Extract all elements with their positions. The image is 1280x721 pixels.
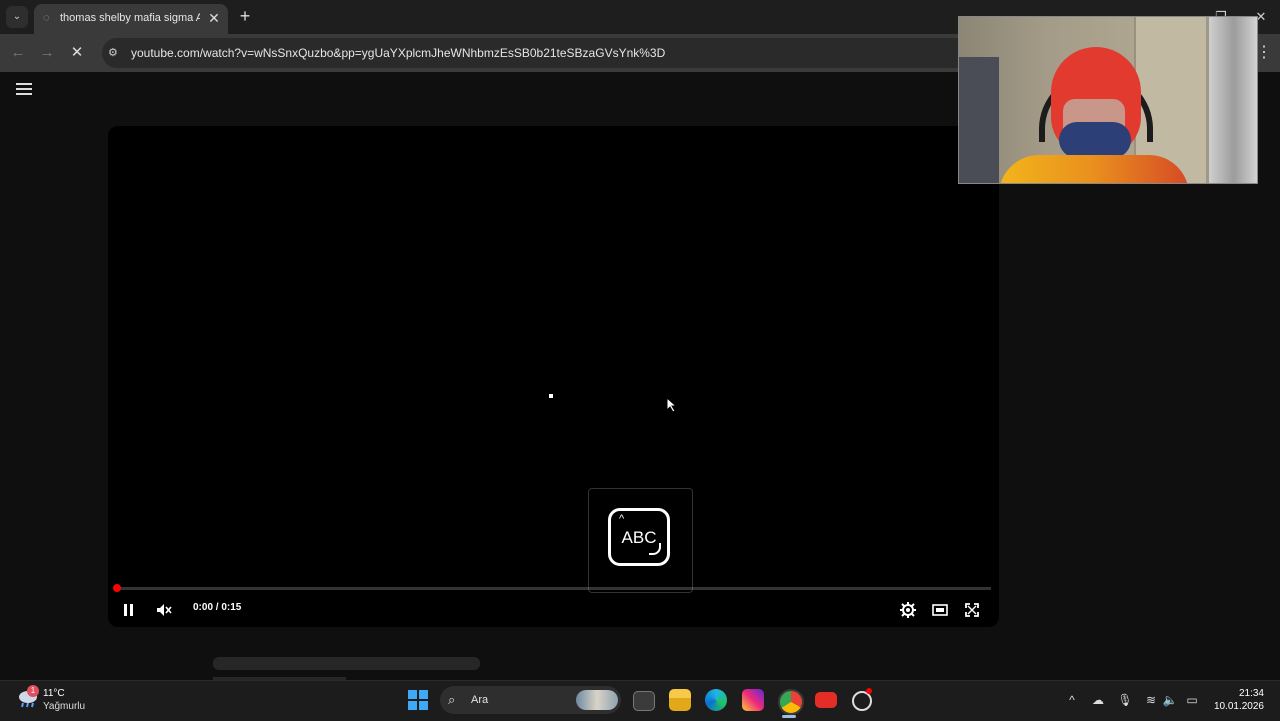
mouse-cursor-icon — [666, 397, 678, 413]
forward-button[interactable]: → — [38, 44, 56, 62]
theater-mode-button[interactable] — [930, 600, 950, 620]
url-text[interactable]: youtube.com/watch?v=wNsSnxQuzbo&pp=ygUaY… — [131, 46, 665, 60]
mute-button[interactable] — [154, 600, 174, 620]
settings-icon — [900, 602, 916, 618]
battery-icon[interactable]: ▭ — [1184, 692, 1200, 708]
tab-active[interactable]: ◌ thomas shelby mafia sigma Aze ✕ — [34, 4, 228, 34]
stop-loading-button[interactable]: ✕ — [68, 44, 86, 62]
search-icon: ⌕ — [448, 692, 456, 707]
caption-indicator: ^ ABC — [588, 488, 693, 593]
taskbar-search[interactable]: ⌕ Ara — [440, 686, 621, 714]
site-info-icon[interactable]: ⚙ — [108, 47, 120, 59]
instagram-icon[interactable] — [742, 689, 764, 711]
search-label: Ara — [471, 694, 489, 706]
new-tab-button[interactable]: + — [236, 7, 254, 25]
microphone-icon[interactable]: 🎙 — [1117, 692, 1133, 708]
tab-search-button[interactable]: ⌄ — [6, 6, 28, 28]
file-explorer-icon[interactable] — [669, 689, 691, 711]
fullscreen-button[interactable] — [962, 600, 982, 620]
tab-title: thomas shelby mafia sigma Aze — [60, 12, 200, 24]
back-button[interactable]: ← — [9, 44, 27, 62]
progress-bar[interactable] — [116, 587, 991, 590]
notification-dot — [866, 688, 872, 694]
fullscreen-icon — [965, 603, 979, 617]
theater-icon — [932, 604, 948, 616]
task-view-icon[interactable] — [633, 691, 655, 711]
time-display: 0:00 / 0:15 — [193, 602, 242, 613]
chrome-active-indicator — [782, 715, 796, 718]
settings-app-icon[interactable] — [852, 691, 872, 711]
clock-date[interactable]: 10.01.2026 — [1208, 701, 1264, 712]
video-player[interactable]: ^ ABC 0:00 / 0:15 — [108, 126, 999, 627]
show-hidden-icons[interactable]: ^ — [1064, 692, 1080, 708]
muted-icon — [157, 604, 172, 616]
pause-button[interactable] — [119, 600, 139, 620]
chrome-icon[interactable] — [778, 689, 804, 715]
youtube-icon[interactable] — [815, 692, 837, 708]
edge-icon[interactable] — [705, 689, 727, 711]
search-highlight-image — [576, 690, 618, 710]
weather-badge: 1 — [27, 685, 39, 697]
guide-menu-icon[interactable] — [16, 83, 32, 97]
weather-condition[interactable]: Yağmurlu — [43, 701, 85, 712]
weather-temp[interactable]: 11°C — [43, 688, 65, 699]
captions-icon: ^ ABC — [608, 508, 670, 566]
progress-scrubber[interactable] — [113, 584, 121, 592]
onedrive-icon[interactable]: ☁ — [1090, 692, 1106, 708]
clock-time[interactable]: 21:34 — [1228, 688, 1264, 699]
settings-button[interactable] — [898, 600, 918, 620]
volume-icon[interactable]: 🔈 — [1162, 692, 1178, 708]
wifi-icon[interactable]: ≋ — [1143, 692, 1159, 708]
loading-icon: ◌ — [43, 12, 50, 24]
loading-indicator — [549, 394, 553, 398]
pause-icon — [124, 604, 133, 616]
tab-close-button[interactable]: ✕ — [206, 10, 222, 26]
start-button[interactable] — [408, 690, 428, 710]
title-placeholder — [213, 657, 480, 670]
webcam-overlay — [958, 16, 1258, 184]
